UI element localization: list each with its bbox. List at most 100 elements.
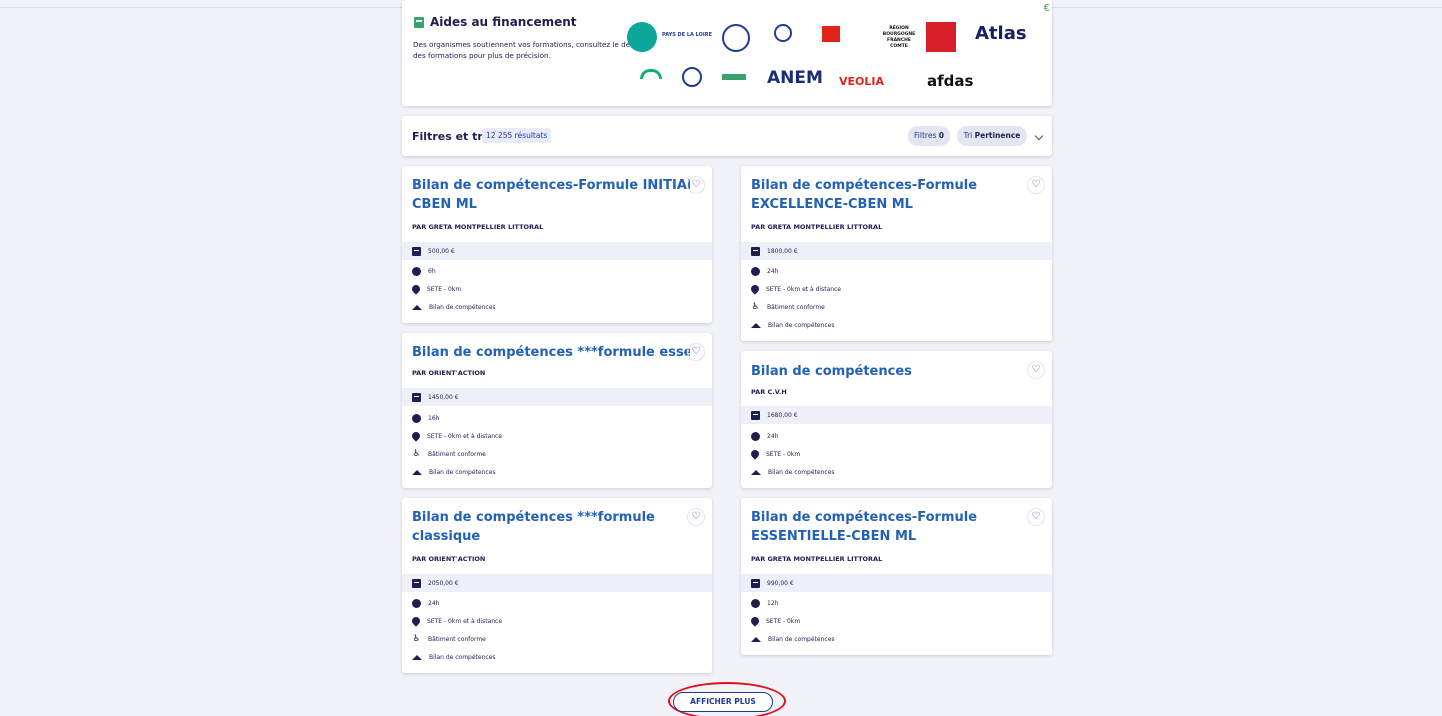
euro-tag-icon: [414, 16, 424, 28]
result-category: Bilan de compétences: [412, 302, 496, 312]
location-pin-icon: [749, 448, 761, 460]
result-card[interactable]: Bilan de compétences ♡ PAR C.V.H 1680,00…: [741, 351, 1052, 488]
result-duration: 16h: [412, 413, 439, 423]
price-icon: [751, 578, 760, 588]
location-pin-icon: [410, 615, 422, 627]
logo-veolia: VEOLIA: [839, 75, 884, 88]
result-title[interactable]: Bilan de compétences-Formule EXCELLENCE-C…: [751, 176, 1021, 214]
result-category: Bilan de compétences: [412, 467, 496, 477]
timer-icon: [412, 266, 421, 276]
logo-uniformation: [722, 74, 746, 80]
results-container: Aides au financement Des organismes sout…: [402, 0, 1052, 716]
filters-title: Filtres et tri: [412, 130, 487, 143]
result-duration: 24h: [751, 266, 778, 276]
heart-icon[interactable]: ♡: [687, 343, 705, 361]
location-pin-icon: [410, 430, 422, 442]
timer-icon: [412, 413, 421, 423]
result-organisme: PAR GRETA MONTPELLIER LITTORAL: [751, 555, 883, 563]
logo-hauts-de-france: [774, 24, 792, 42]
result-title[interactable]: Bilan de compétences ***formule essenti: [412, 343, 690, 362]
timer-icon: [412, 598, 421, 608]
result-category: Bilan de compétences: [751, 467, 835, 477]
result-organisme: PAR ORIENT'ACTION: [412, 555, 486, 563]
financement-description: Des organismes soutiennent vos formation…: [413, 40, 642, 60]
result-location: SETE - 0km: [749, 448, 800, 460]
result-organisme: PAR C.V.H: [751, 388, 787, 396]
result-location: SETE - 0km et à distance: [410, 430, 502, 442]
result-card[interactable]: Bilan de compétences-Formule ESSENTIELLE-…: [741, 498, 1052, 655]
result-accessibility: ♿ Bâtiment conforme: [412, 633, 486, 644]
result-price: 1450,00 €: [412, 392, 459, 402]
graduation-cap-icon: [412, 654, 422, 660]
financement-title: Aides au financement: [414, 15, 577, 29]
financement-logos: PAYS DE LA LOIRE RÉGION BOURGOGNE FRANCH…: [622, 12, 1052, 92]
logo-region-bfc: RÉGION BOURGOGNE FRANCHE COMTE: [882, 26, 916, 49]
heart-icon[interactable]: ♡: [687, 176, 705, 194]
result-organisme: PAR ORIENT'ACTION: [412, 369, 486, 377]
result-price: 500,00 €: [412, 246, 455, 256]
result-title[interactable]: Bilan de compétences: [751, 362, 1021, 381]
result-location: SETE - 0km et à distance: [410, 615, 502, 627]
accessibility-icon: ♿: [412, 448, 421, 459]
result-category: Bilan de compétences: [751, 320, 835, 330]
timer-icon: [751, 266, 760, 276]
accessibility-icon: ♿: [751, 301, 760, 312]
price-icon: [412, 246, 421, 256]
result-location: SETE - 0km et à distance: [749, 283, 841, 295]
heart-icon[interactable]: ♡: [1027, 361, 1045, 379]
price-icon: [751, 410, 760, 420]
logo-atlas: Atlas: [975, 23, 1027, 44]
result-organisme: PAR GRETA MONTPELLIER LITTORAL: [751, 223, 883, 231]
result-title[interactable]: Bilan de compétences-Formule INITIALE- CB…: [412, 176, 690, 214]
result-duration: 12h: [751, 598, 778, 608]
logo-ambition: [822, 26, 840, 42]
logo-pays-de-la-loire: PAYS DE LA LOIRE: [662, 32, 713, 38]
logo-afdas: afdas: [927, 72, 974, 90]
location-pin-icon: [410, 283, 422, 295]
tri-button[interactable]: Tri Pertinence: [957, 126, 1027, 146]
result-price: 1680,00 €: [751, 410, 798, 420]
filtres-button[interactable]: Filtres 0: [908, 126, 950, 146]
timer-icon: [751, 431, 760, 441]
logo-nouvelle-aquitaine: [627, 22, 657, 52]
result-card[interactable]: Bilan de compétences-Formule EXCELLENCE-C…: [741, 166, 1052, 341]
graduation-cap-icon: [751, 469, 761, 475]
graduation-cap-icon: [751, 322, 761, 328]
price-icon: [412, 578, 421, 588]
logo-akto: [682, 67, 702, 87]
filters-bar: Filtres et tri 12 255 résultats Filtres …: [402, 116, 1052, 156]
heart-icon[interactable]: ♡: [1027, 176, 1045, 194]
accessibility-icon: ♿: [412, 633, 421, 644]
result-title[interactable]: Bilan de compétences-Formule ESSENTIELLE-…: [751, 508, 1021, 546]
results-count-badge: 12 255 résultats: [482, 128, 552, 143]
price-icon: [412, 392, 421, 402]
result-location: SETE - 0km: [410, 283, 461, 295]
logo-cap-metiers: [722, 24, 750, 52]
result-organisme: PAR GRETA MONTPELLIER LITTORAL: [412, 223, 544, 231]
result-card[interactable]: Bilan de compétences ***formule classique…: [402, 498, 712, 673]
price-icon: [751, 246, 760, 256]
result-title[interactable]: Bilan de compétences ***formule classique: [412, 508, 682, 546]
result-category: Bilan de compétences: [412, 652, 496, 662]
afficher-plus-button[interactable]: AFFICHER PLUS: [673, 692, 773, 712]
result-category: Bilan de compétences: [751, 634, 835, 644]
result-duration: 24h: [751, 431, 778, 441]
timer-icon: [751, 598, 760, 608]
heart-icon[interactable]: ♡: [1027, 508, 1045, 526]
location-pin-icon: [749, 615, 761, 627]
result-price: 1800,00 €: [751, 246, 798, 256]
result-card[interactable]: Bilan de compétences-Formule INITIALE- CB…: [402, 166, 712, 323]
result-duration: 6h: [412, 266, 436, 276]
result-accessibility: ♿ Bâtiment conforme: [751, 301, 825, 312]
graduation-cap-icon: [412, 469, 422, 475]
financement-card: Aides au financement Des organismes sout…: [402, 0, 1052, 106]
result-duration: 24h: [412, 598, 439, 608]
result-price: 2050,00 €: [412, 578, 459, 588]
location-pin-icon: [749, 283, 761, 295]
chevron-down-icon[interactable]: [1034, 131, 1044, 141]
result-card[interactable]: Bilan de compétences ***formule essenti …: [402, 333, 712, 488]
heart-icon[interactable]: ♡: [687, 508, 705, 526]
result-location: SETE - 0km: [749, 615, 800, 627]
graduation-cap-icon: [412, 304, 422, 310]
graduation-cap-icon: [751, 636, 761, 642]
